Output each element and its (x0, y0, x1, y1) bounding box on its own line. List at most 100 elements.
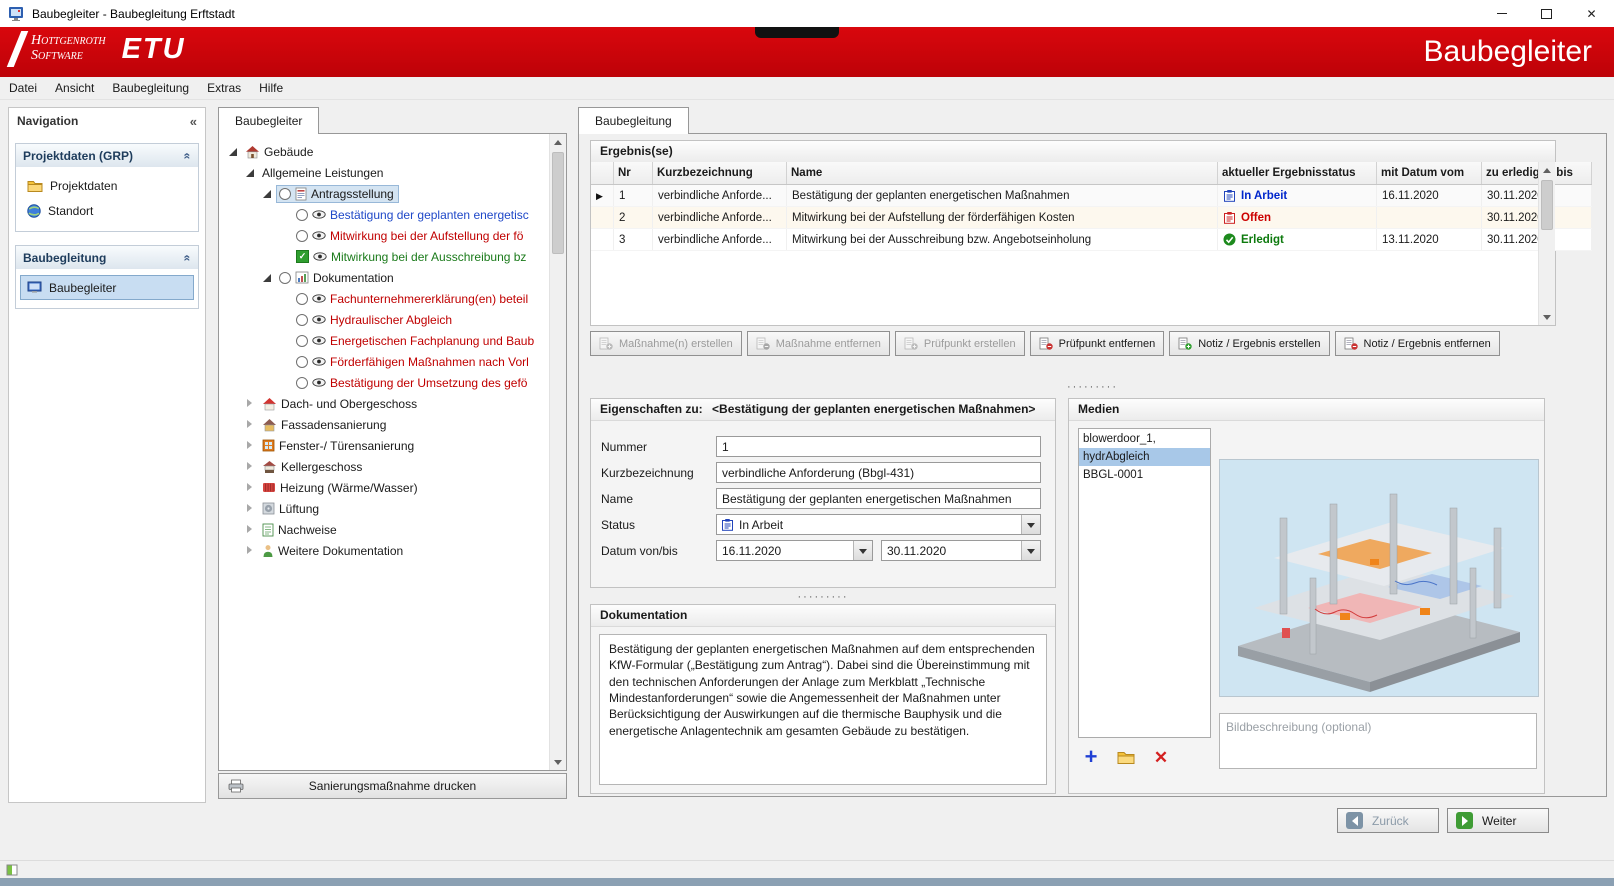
nav-item-baubegleiter[interactable]: Baubegleiter (20, 275, 194, 300)
nav-item-projektdaten[interactable]: Projektdaten (20, 173, 194, 198)
print-renovation-button[interactable]: Sanierungsmaßnahme drucken (218, 773, 567, 799)
tree-item-kellergeschoss[interactable]: Kellergeschoss (220, 456, 549, 477)
scroll-up-icon[interactable] (550, 134, 566, 150)
scroll-down-icon[interactable] (550, 754, 566, 770)
datum-von-select[interactable]: 16.11.2020 (716, 540, 873, 561)
table-row[interactable]: 3 verbindliche Anforde... Mitwirkung bei d… (591, 228, 1592, 251)
tree-scrollbar[interactable] (549, 134, 566, 770)
tree-item-fachunternehmererklaerung-en-beteil[interactable]: Fachunternehmererklärung(en) beteil (220, 288, 549, 309)
radio-icon[interactable] (279, 271, 291, 284)
menu-ansicht[interactable]: Ansicht (46, 78, 103, 99)
column-header-aktueller-ergebnisstatus[interactable]: aktueller Ergebnisstatus (1217, 162, 1377, 185)
minimize-button[interactable] (1479, 0, 1524, 27)
expander-icon[interactable] (262, 188, 273, 199)
next-button[interactable]: Weiter (1447, 808, 1549, 833)
tree-item-lueftung[interactable]: Lüftung (220, 498, 549, 519)
dropdown-icon[interactable] (1021, 515, 1040, 534)
maximize-button[interactable] (1524, 0, 1569, 27)
media-item-bbgl-0001[interactable]: BBGL-0001 (1079, 466, 1210, 484)
tree-item-mitwirkung-bei-der-ausschreibung-bz[interactable]: ✓ Mitwirkung bei der Ausschreibung bz (220, 246, 549, 267)
expander-icon[interactable] (245, 524, 256, 535)
collapse-panel-icon[interactable]: « (190, 114, 197, 129)
collapse-group-icon[interactable]: « (181, 152, 195, 159)
expander-icon[interactable] (245, 503, 256, 514)
close-button[interactable]: ✕ (1569, 0, 1614, 27)
menu-baubegleitung[interactable]: Baubegleitung (103, 78, 198, 99)
expander-icon[interactable] (228, 146, 239, 157)
action-notiz-ergebnis-erstellen[interactable]: Notiz / Ergebnis erstellen (1169, 331, 1330, 356)
scroll-thumb[interactable] (552, 152, 564, 254)
tree-item-nachweise[interactable]: Nachweise (220, 519, 549, 540)
expander-icon[interactable] (262, 272, 273, 283)
tree-item-dokumentation[interactable]: Dokumentation (220, 267, 549, 288)
documentation-text[interactable]: Bestätigung der geplanten energetischen … (599, 634, 1047, 785)
tree-item-fassadensanierung[interactable]: Fassadensanierung (220, 414, 549, 435)
tree-item-bestaetigung-der-umsetzung-des-gefoe[interactable]: Bestätigung der Umsetzung des gefö (220, 372, 549, 393)
table-row[interactable]: 2 verbindliche Anforde... Mitwirkung bei d… (591, 206, 1592, 229)
media-caption-input[interactable] (1219, 713, 1537, 769)
name-field[interactable] (716, 488, 1041, 509)
action-notiz-ergebnis-entfernen[interactable]: Notiz / Ergebnis entfernen (1334, 331, 1500, 356)
expander-icon[interactable] (245, 167, 256, 178)
expander-icon[interactable] (245, 440, 256, 451)
column-header-mit-datum-vom[interactable]: mit Datum vom (1376, 162, 1482, 185)
action-pruefpunkt-entfernen[interactable]: Prüfpunkt entfernen (1029, 331, 1165, 356)
menu-hilfe[interactable]: Hilfe (250, 78, 292, 99)
datum-bis-select[interactable]: 30.11.2020 (881, 540, 1041, 561)
radio-icon[interactable] (296, 313, 308, 326)
splitter-grip[interactable]: ········· (1067, 382, 1118, 393)
expander-icon[interactable] (245, 545, 256, 556)
tree-item-heizung-waerme-wasser[interactable]: Heizung (Wärme/Wasser) (220, 477, 549, 498)
nav-group-header[interactable]: Baubegleitung « (16, 246, 198, 269)
tree-item-gebaeude[interactable]: Gebäude (220, 141, 549, 162)
radio-icon[interactable] (296, 334, 308, 347)
dropdown-icon[interactable] (853, 541, 872, 560)
nav-item-standort[interactable]: Standort (20, 198, 194, 223)
tree-item-bestaetigung-der-geplanten-energetisc[interactable]: Bestätigung der geplanten energetisc (220, 204, 549, 225)
tree-item-allgemeine-leistungen[interactable]: Allgemeine Leistungen (220, 162, 549, 183)
menu-extras[interactable]: Extras (198, 78, 250, 99)
tree-item-energetischen-fachplanung-und-baub[interactable]: Energetischen Fachplanung und Baub (220, 330, 549, 351)
checkbox-checked-icon[interactable]: ✓ (296, 250, 309, 263)
results-scrollbar[interactable] (1538, 162, 1555, 325)
tab-baubegleitung[interactable]: Baubegleitung (578, 107, 689, 134)
tree-item-hydraulischer-abgleich[interactable]: Hydraulischer Abgleich (220, 309, 549, 330)
splitter-grip[interactable]: ········· (798, 592, 849, 603)
expander-icon[interactable] (245, 398, 256, 409)
add-media-button[interactable]: + (1078, 745, 1104, 769)
expander-icon[interactable] (245, 482, 256, 493)
column-header-name[interactable]: Name (786, 162, 1218, 185)
radio-icon[interactable] (296, 376, 308, 389)
open-media-button[interactable] (1113, 745, 1139, 769)
radio-icon[interactable] (296, 292, 308, 305)
tree-item-dach-und-obergeschoss[interactable]: Dach- und Obergeschoss (220, 393, 549, 414)
radio-icon[interactable] (279, 187, 291, 200)
tree-item-mitwirkung-bei-der-aufstellung-der-foe[interactable]: Mitwirkung bei der Aufstellung der fö (220, 225, 549, 246)
expander-icon[interactable] (245, 419, 256, 430)
nav-group-header[interactable]: Projektdaten (GRP) « (16, 144, 198, 167)
tab-baubegleiter[interactable]: Baubegleiter (218, 107, 320, 134)
scroll-down-icon[interactable] (1539, 309, 1555, 325)
tree-item-foerderfaehigen-massnahmen-nach-vorl[interactable]: Förderfähigen Maßnahmen nach Vorl (220, 351, 549, 372)
kurzbezeichnung-field[interactable] (716, 462, 1041, 483)
column-header-kurzbezeichnung[interactable]: Kurzbezeichnung (652, 162, 787, 185)
tree-item-antragsstellung[interactable]: Antragsstellung (220, 183, 549, 204)
column-header-zu-erledigen-bis[interactable]: zu erledigen bis (1481, 162, 1592, 185)
tree-item-fenster-tuerensanierung[interactable]: Fenster-/ Türensanierung (220, 435, 549, 456)
expander-icon[interactable] (245, 461, 256, 472)
scroll-up-icon[interactable] (1539, 162, 1555, 178)
status-select[interactable]: In Arbeit (716, 514, 1041, 535)
media-item-hydrabgleich[interactable]: hydrAbgleich (1079, 448, 1210, 466)
nummer-field[interactable] (716, 436, 1041, 457)
radio-icon[interactable] (296, 355, 308, 368)
dropdown-icon[interactable] (1021, 541, 1040, 560)
column-header-nr[interactable]: Nr (613, 162, 653, 185)
tree-item-weitere-dokumentation[interactable]: Weitere Dokumentation (220, 540, 549, 561)
table-row[interactable]: ▶ 1 verbindliche Anforde... Bestätigung der… (591, 184, 1592, 207)
media-item-blowerdoor-1[interactable]: blowerdoor_1, (1079, 430, 1210, 448)
radio-icon[interactable] (296, 229, 308, 242)
menu-datei[interactable]: Datei (0, 78, 46, 99)
app-icon[interactable] (8, 6, 24, 22)
back-button[interactable]: Zurück (1337, 808, 1439, 833)
radio-icon[interactable] (296, 208, 308, 221)
